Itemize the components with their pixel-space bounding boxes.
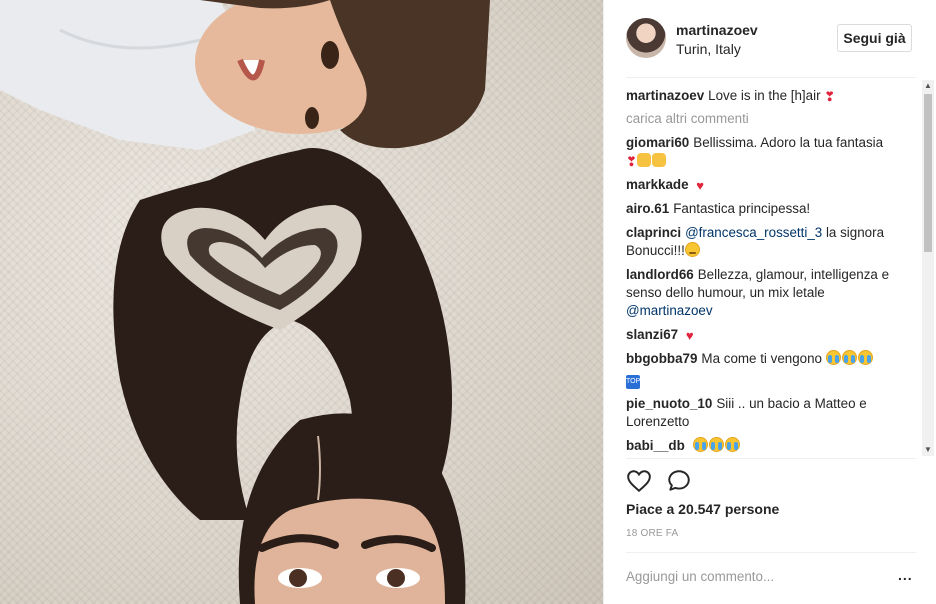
scroll-up-arrow-icon[interactable]: ▲ [922, 80, 934, 92]
comment-username[interactable]: claprinci [626, 225, 681, 240]
top-arrow-icon: TOP [626, 375, 640, 389]
heart-exclamation-icon: ❣ [626, 154, 637, 169]
comment-item: babi__db [626, 437, 914, 455]
comment-username[interactable]: bbgobba79 [626, 351, 697, 366]
comment-username[interactable]: slanzi67 [626, 327, 678, 342]
heart-icon: ♥ [685, 328, 694, 343]
post-sidebar: martinazoev Turin, Italy Segui già marti… [603, 0, 936, 604]
speech-bubble-icon[interactable] [666, 468, 692, 494]
comment-item: landlord66 Bellezza, glamour, intelligenz… [626, 266, 914, 320]
comment-item: bbgobba79 Ma come ti vengono TOP [626, 350, 914, 389]
crying-laughing-face-icon [692, 437, 708, 452]
location-link[interactable]: Turin, Italy [676, 41, 741, 57]
crying-laughing-face-icon [708, 437, 724, 452]
comments-scrollbar[interactable]: ▲ ▼ [922, 80, 934, 456]
caption: martinazoev Love is in the [h]air ❣ [626, 87, 914, 105]
avatar[interactable] [626, 18, 666, 58]
thumbs-up-icon [651, 153, 666, 167]
more-options-button[interactable]: ... [898, 567, 913, 583]
comment-item: markkade ♥ [626, 176, 914, 194]
comment-username[interactable]: airo.61 [626, 201, 669, 216]
comment-text: Bellissima. Adoro la tua fantasia [693, 135, 884, 150]
comment-username[interactable]: pie_nuoto_10 [626, 396, 712, 411]
comment-mention[interactable]: @martinazoev [626, 303, 713, 318]
likes-count[interactable]: Piace a 20.547 persone [626, 501, 779, 517]
comment-item: claprinci @francesca_rossetti_3 la signor… [626, 224, 914, 260]
heart-outline-icon[interactable] [626, 468, 652, 494]
comment-mention[interactable]: @francesca_rossetti_3 [685, 225, 822, 240]
comment-item: giomari60 Bellissima. Adoro la tua fantas… [626, 134, 914, 170]
crying-laughing-face-icon [825, 350, 841, 365]
comment-item: airo.61 Fantastica principessa! [626, 200, 914, 218]
post-header: martinazoev Turin, Italy Segui già [626, 14, 916, 78]
comment-item: pie_nuoto_10 Siii .. un bacio a Matteo e … [626, 395, 914, 431]
scroll-thumb[interactable] [924, 94, 932, 252]
winking-face-icon [684, 242, 700, 257]
crying-laughing-face-icon [857, 350, 873, 365]
add-comment-section: ... [626, 552, 916, 600]
comment-username[interactable]: markkade [626, 177, 689, 192]
crying-laughing-face-icon [841, 350, 857, 365]
comment-item: slanzi67 ♥ [626, 326, 914, 344]
author-username[interactable]: martinazoev [676, 22, 758, 38]
crying-laughing-face-icon [724, 437, 740, 452]
comment-text: Fantastica principessa! [673, 201, 811, 216]
clapping-hands-icon [636, 153, 651, 167]
comment-username[interactable]: babi__db [626, 438, 685, 453]
follow-button[interactable]: Segui già [837, 24, 912, 52]
load-more-comments-link[interactable]: carica altri commenti [626, 111, 914, 126]
comment-username[interactable]: giomari60 [626, 135, 689, 150]
scroll-down-arrow-icon[interactable]: ▼ [922, 444, 934, 456]
comments-list: martinazoev Love is in the [h]air ❣ caric… [626, 87, 914, 457]
comment-username[interactable]: landlord66 [626, 267, 694, 282]
photo-illustration [0, 0, 490, 604]
caption-username[interactable]: martinazoev [626, 88, 704, 103]
comment-input[interactable] [626, 565, 876, 587]
comment-text: Ma come ti vengono [701, 351, 823, 366]
heart-exclamation-icon: ❣ [824, 89, 836, 104]
heart-icon: ♥ [696, 178, 704, 193]
post-photo[interactable] [0, 0, 603, 604]
caption-text: Love is in the [h]air [708, 88, 821, 103]
post-timestamp[interactable]: 18 ORE FA [626, 528, 678, 539]
